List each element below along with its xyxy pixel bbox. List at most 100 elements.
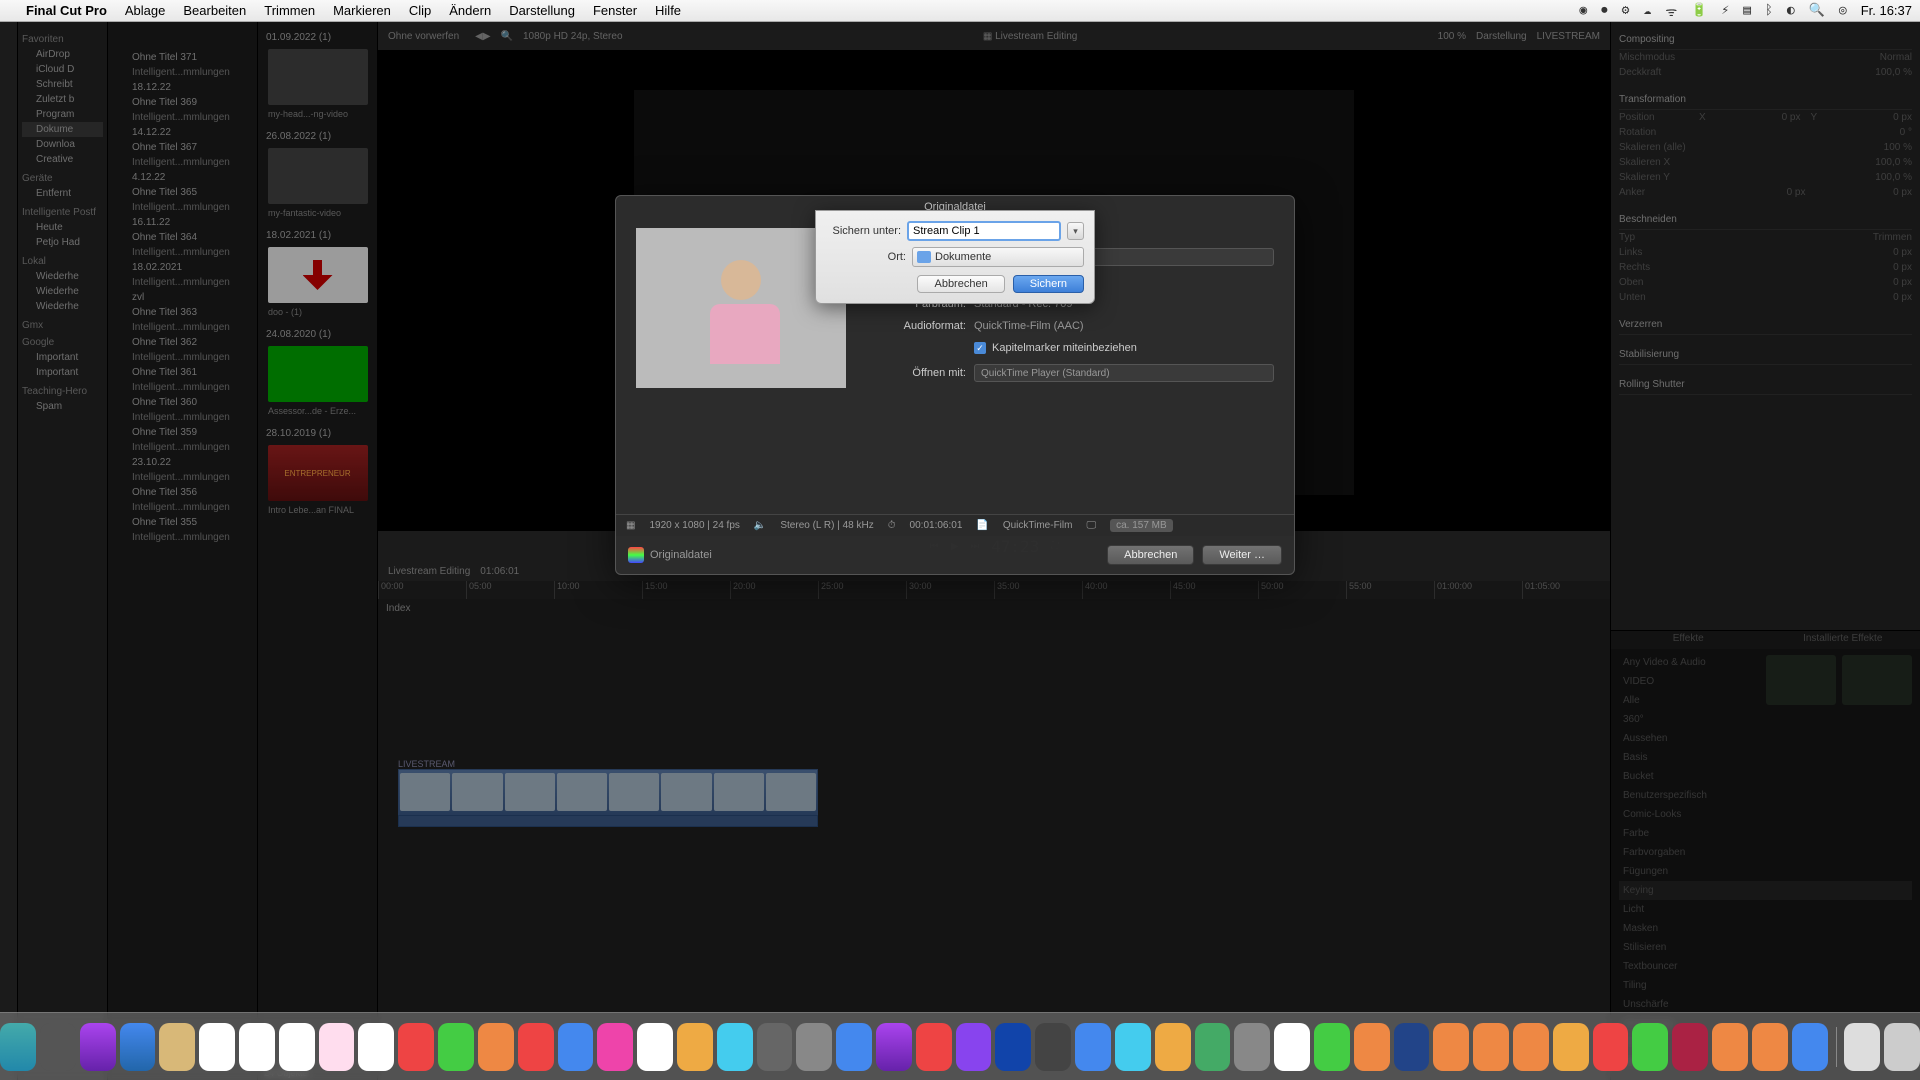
dock-trash-icon[interactable] <box>1884 1023 1920 1071</box>
siri-icon[interactable]: ◎ <box>1839 3 1847 18</box>
status-icon[interactable]: ◉ <box>1579 3 1587 18</box>
dock-app-icon[interactable] <box>796 1023 832 1071</box>
fx-category[interactable]: Farbvorgaben <box>1619 843 1912 862</box>
status-icon[interactable]: ⚙ <box>1622 3 1630 18</box>
dock-app-icon[interactable] <box>677 1023 713 1071</box>
menu-bearbeiten[interactable]: Bearbeiten <box>183 3 246 18</box>
menu-markieren[interactable]: Markieren <box>333 3 391 18</box>
library-item[interactable]: 18.12.22 <box>108 80 257 95</box>
dock-app-icon[interactable] <box>398 1023 434 1071</box>
dock-messages-icon[interactable] <box>717 1023 753 1071</box>
sidebar-item[interactable]: Important <box>22 365 103 380</box>
app-menu[interactable]: Final Cut Pro <box>26 3 107 18</box>
sidebar-item[interactable]: Wiederhe <box>22 284 103 299</box>
sidebar-item[interactable]: Important <box>22 350 103 365</box>
dock-app-icon[interactable] <box>1354 1023 1390 1071</box>
dock-app-icon[interactable] <box>1553 1023 1589 1071</box>
export-cancel-button[interactable]: Abbrechen <box>1107 545 1194 565</box>
library-item[interactable]: Ohne Titel 360 <box>108 395 257 410</box>
wifi-icon[interactable]: ᯤ <box>1665 2 1677 20</box>
fx-category[interactable]: 360° <box>1619 710 1912 729</box>
status-icon[interactable]: ⏺ <box>1601 3 1608 18</box>
search-icon[interactable]: 🔍 <box>501 31 513 42</box>
dock-app-icon[interactable] <box>1075 1023 1111 1071</box>
dock-app-icon[interactable] <box>1473 1023 1509 1071</box>
library-item[interactable]: Ohne Titel 361 <box>108 365 257 380</box>
dock-skype-icon[interactable] <box>1115 1023 1151 1071</box>
insp-value[interactable]: 0 px <box>1893 292 1912 303</box>
library-item[interactable]: Intelligent...mmlungen <box>108 440 257 455</box>
status-icon[interactable]: ☁ <box>1643 3 1651 18</box>
dock-appstore-icon[interactable] <box>558 1023 594 1071</box>
dock-facetime-icon[interactable] <box>438 1023 474 1071</box>
dock-app-icon[interactable] <box>1394 1023 1430 1071</box>
openwith-select[interactable]: QuickTime Player (Standard) <box>974 364 1274 382</box>
fx-category[interactable]: Tiling <box>1619 976 1912 995</box>
export-next-button[interactable]: Weiter … <box>1202 545 1282 565</box>
library-item[interactable]: Intelligent...mmlungen <box>108 155 257 170</box>
insp-section-header[interactable]: Beschneiden <box>1619 210 1912 230</box>
menu-hilfe[interactable]: Hilfe <box>655 3 681 18</box>
sidebar-item[interactable]: Heute <box>22 220 103 235</box>
insp-section-header[interactable]: Rolling Shutter <box>1619 375 1912 395</box>
insp-value[interactable]: Normal <box>1880 52 1912 63</box>
chapters-checkbox[interactable]: ✓ <box>974 342 986 354</box>
fx-category[interactable]: Benutzerspezifisch <box>1619 786 1912 805</box>
clip-thumbnail[interactable] <box>268 346 368 402</box>
status-icon[interactable]: ▤ <box>1743 3 1751 18</box>
dock-app-icon[interactable] <box>1844 1023 1880 1071</box>
dock-app-icon[interactable] <box>1593 1023 1629 1071</box>
dock-app-icon[interactable] <box>1195 1023 1231 1071</box>
menu-darstellung[interactable]: Darstellung <box>509 3 575 18</box>
library-item[interactable]: Intelligent...mmlungen <box>108 380 257 395</box>
dock-app-icon[interactable] <box>1314 1023 1350 1071</box>
fx-category[interactable]: Stilisieren <box>1619 938 1912 957</box>
dock-notes-icon[interactable] <box>319 1023 355 1071</box>
dock-app-icon[interactable] <box>1234 1023 1270 1071</box>
library-item[interactable]: Ohne Titel 369 <box>108 95 257 110</box>
fx-category[interactable]: Textbouncer <box>1619 957 1912 976</box>
insp-section-header[interactable]: Compositing <box>1619 30 1912 50</box>
library-item[interactable]: Intelligent...mmlungen <box>108 110 257 125</box>
location-select[interactable]: Dokumente <box>912 247 1084 267</box>
filename-input[interactable] <box>907 221 1061 241</box>
library-item[interactable]: Ohne Titel 359 <box>108 425 257 440</box>
insp-section-header[interactable]: Verzerren <box>1619 315 1912 335</box>
dock-app-icon[interactable] <box>1712 1023 1748 1071</box>
dock-safari-icon[interactable] <box>120 1023 156 1071</box>
dock-calendar-icon[interactable] <box>279 1023 315 1071</box>
dock-vlc-icon[interactable] <box>1513 1023 1549 1071</box>
insp-value[interactable]: 0 px <box>1893 247 1912 258</box>
fx-category[interactable]: Farbe <box>1619 824 1912 843</box>
fx-category[interactable]: Keying <box>1619 881 1912 900</box>
library-item[interactable]: Ohne Titel 356 <box>108 485 257 500</box>
library-item[interactable]: Intelligent...mmlungen <box>108 410 257 425</box>
timeline-track[interactable]: LIVESTREAM <box>398 759 818 827</box>
library-item[interactable]: Intelligent...mmlungen <box>108 500 257 515</box>
clip-thumbnail[interactable] <box>268 49 368 105</box>
status-icon[interactable]: ◐ <box>1787 3 1795 18</box>
dock-calendar-icon[interactable] <box>239 1023 275 1071</box>
dock-app-icon[interactable] <box>478 1023 514 1071</box>
menu-fenster[interactable]: Fenster <box>593 3 637 18</box>
dock-app-icon[interactable] <box>40 1023 76 1071</box>
dock-chrome-icon[interactable] <box>199 1023 235 1071</box>
library-item[interactable]: Intelligent...mmlungen <box>108 65 257 80</box>
sidebar-item[interactable]: Petjo Had <box>22 235 103 250</box>
sidebar-item[interactable]: Schreibt <box>22 77 103 92</box>
menu-clip[interactable]: Clip <box>409 3 431 18</box>
spotlight-icon[interactable]: 🔍 <box>1809 3 1825 18</box>
dock-app-icon[interactable] <box>916 1023 952 1071</box>
sidebar-item[interactable]: Dokume <box>22 122 103 137</box>
fx-category[interactable]: Comic-Looks <box>1619 805 1912 824</box>
menu-trimmen[interactable]: Trimmen <box>264 3 315 18</box>
dock-photoshop-icon[interactable] <box>995 1023 1031 1071</box>
sidebar-item[interactable]: Program <box>22 107 103 122</box>
fx-category[interactable]: Bucket <box>1619 767 1912 786</box>
dock-app-icon[interactable] <box>80 1023 116 1071</box>
battery-icon[interactable]: 🔋 <box>1691 3 1707 18</box>
library-item[interactable]: Ohne Titel 365 <box>108 185 257 200</box>
dock-app-icon[interactable] <box>1752 1023 1788 1071</box>
library-item[interactable]: 16.11.22 <box>108 215 257 230</box>
dock-app-icon[interactable] <box>1632 1023 1668 1071</box>
